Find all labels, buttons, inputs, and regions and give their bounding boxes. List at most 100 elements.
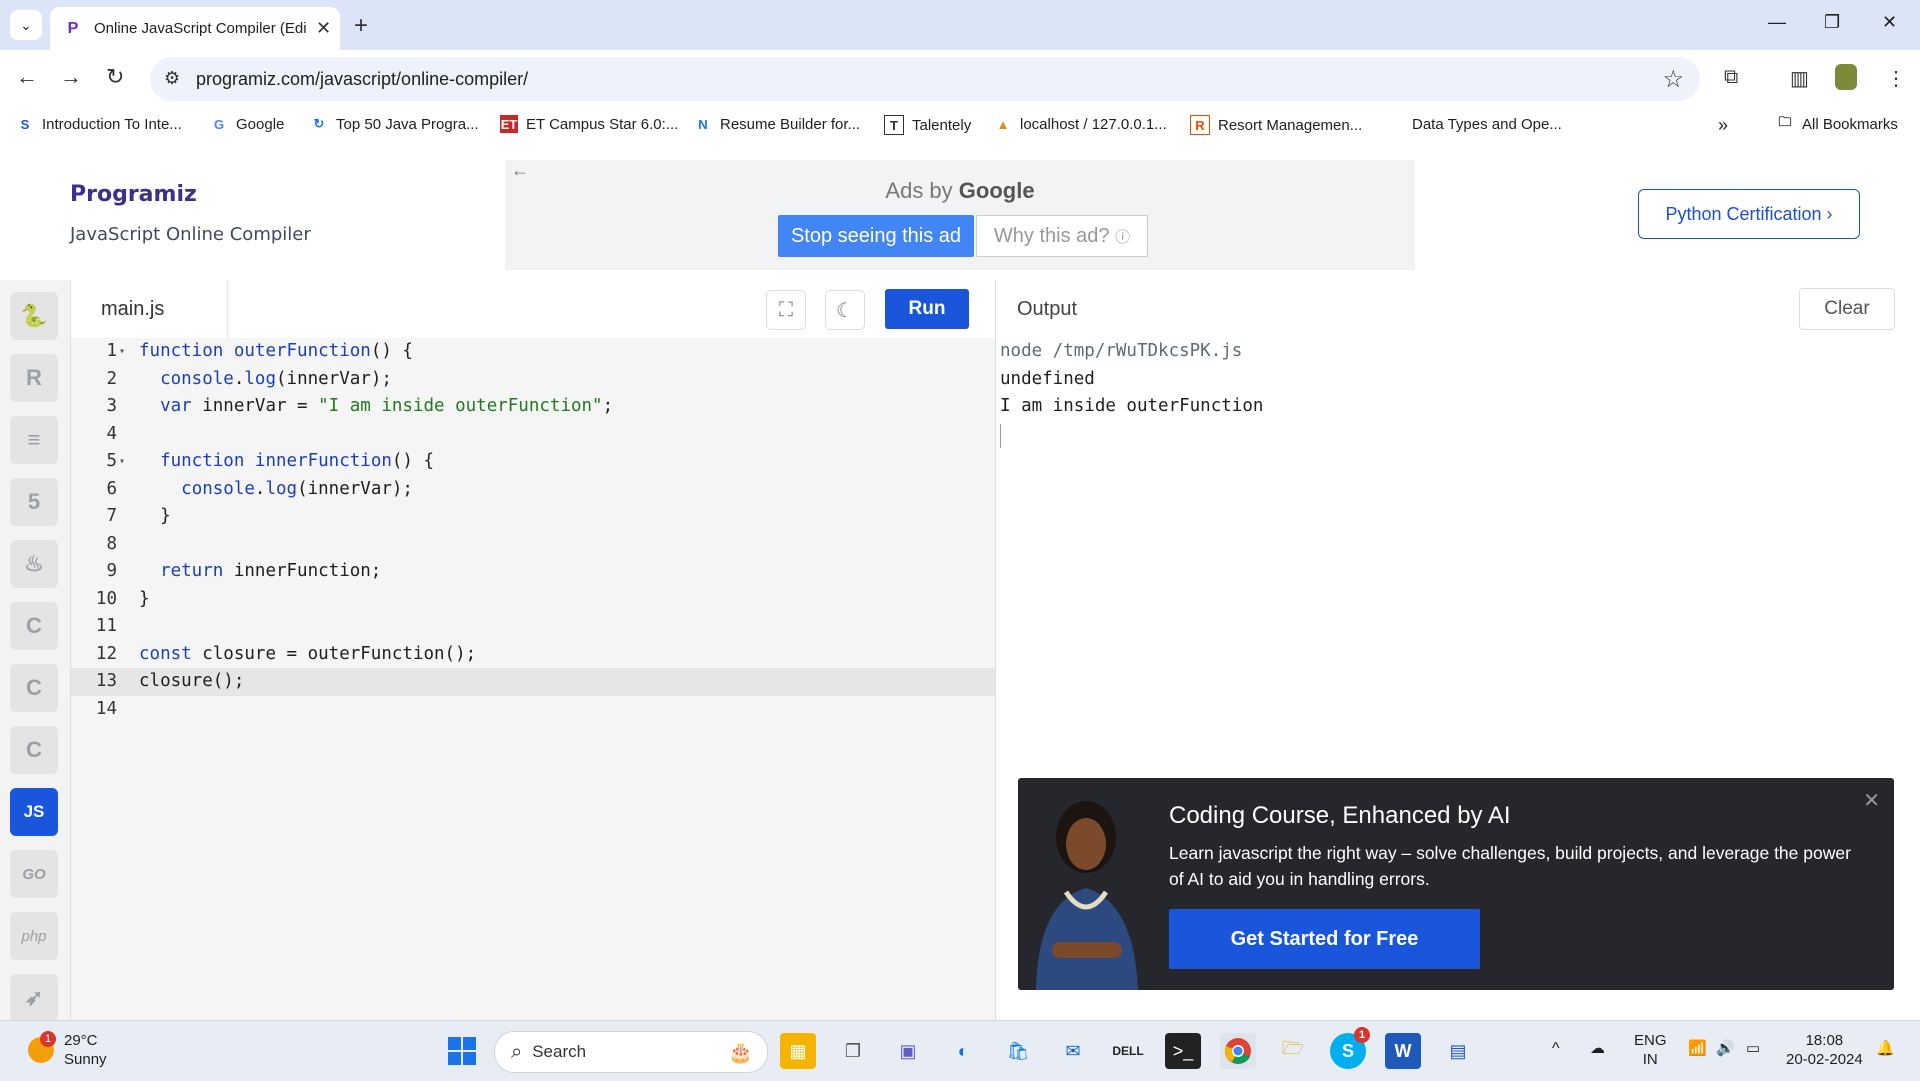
notepad-icon[interactable]: ▤ <box>1440 1033 1476 1069</box>
html5-icon[interactable]: 5 <box>10 478 58 526</box>
tab-search-button[interactable]: ⌄ <box>10 10 42 40</box>
menu-icon[interactable]: ⋮ <box>1886 66 1906 91</box>
site-info-icon[interactable]: ⚙ <box>164 68 180 89</box>
code-line: 1 ▾ function outerFunction() { <box>71 338 995 366</box>
close-icon[interactable]: ✕ <box>1863 788 1880 813</box>
file-explorer-icon[interactable]: 🗁 <box>1275 1033 1311 1069</box>
code-line: 12 const closure = outerFunction(); <box>95 643 477 664</box>
code-line: 2 console.log(innerVar); <box>106 368 392 389</box>
python-icon[interactable]: 🐍 <box>10 292 58 340</box>
bookmark-item[interactable]: R Resort Managemen... <box>1190 115 1362 135</box>
browser-tab-active[interactable]: P Online JavaScript Compiler (Edi ✕ <box>50 7 340 50</box>
bookmark-item[interactable]: T Talentely <box>884 115 971 135</box>
side-panel-icon[interactable]: ▥ <box>1790 66 1809 91</box>
minimize-button[interactable]: — <box>1768 12 1786 33</box>
bookmark-item[interactable]: S Introduction To Inte... <box>16 115 182 133</box>
code-line: 9 return innerFunction; <box>106 561 382 581</box>
dark-mode-moon-icon[interactable]: ☾ <box>825 290 865 330</box>
terminal-icon[interactable]: >_ <box>1165 1033 1201 1069</box>
go-icon[interactable]: GO <box>10 850 58 898</box>
edge-icon[interactable]: ◐ <box>945 1033 981 1069</box>
bookmark-item[interactable]: ET ET Campus Star 6.0:... <box>500 115 678 133</box>
javascript-icon[interactable]: JS <box>10 788 58 836</box>
notification-bell-icon[interactable]: 🔔 <box>1876 1039 1895 1058</box>
widgets-app-icon[interactable]: ▦ <box>780 1033 816 1069</box>
programiz-favicon-icon: P <box>67 19 79 37</box>
bookmark-item[interactable]: N Resume Builder for... <box>694 115 860 133</box>
word-icon[interactable]: W <box>1385 1033 1421 1069</box>
output-title: Output <box>1017 298 1078 320</box>
volume-icon[interactable]: 🔊 <box>1716 1039 1735 1058</box>
profile-avatar[interactable] <box>1835 64 1857 90</box>
editor-header: main.js ⛶ ☾ Run <box>71 280 995 339</box>
ad-banner: ← Ads by Google Stop seeing this ad Why … <box>505 160 1415 270</box>
bookmark-item[interactable]: Data Types and Ope... <box>1386 115 1562 133</box>
skype-icon[interactable]: S1 <box>1330 1027 1370 1069</box>
restore-button[interactable]: ❐ <box>1824 12 1840 33</box>
all-bookmarks-button[interactable]: 🗀 All Bookmarks <box>1776 114 1897 133</box>
output-header: Output Clear <box>996 280 1920 339</box>
wifi-icon[interactable]: 📶 <box>1688 1039 1707 1058</box>
reload-button[interactable]: ↻ <box>106 64 124 90</box>
why-ad-button[interactable]: Why this ad? ⓘ <box>976 215 1148 257</box>
csharp-icon[interactable]: C <box>10 726 58 774</box>
bookmark-item[interactable]: ▲ localhost / 127.0.0.1... <box>994 115 1167 133</box>
stop-ad-button[interactable]: Stop seeing this ad <box>778 215 974 257</box>
swift-icon[interactable]: ➶ <box>10 974 58 1022</box>
python-certification-button[interactable]: Python Certification › <box>1638 189 1860 239</box>
back-button[interactable]: ← <box>16 64 38 90</box>
run-button[interactable]: Run <box>885 289 969 329</box>
new-tab-button[interactable]: + <box>354 12 368 40</box>
teams-chat-icon[interactable]: ▣ <box>890 1033 926 1069</box>
close-window-button[interactable]: ✕ <box>1882 12 1897 33</box>
battery-icon[interactable]: ▭ <box>1746 1039 1760 1058</box>
bookmark-item[interactable]: G Google <box>210 115 284 133</box>
search-placeholder: Search <box>532 1042 587 1061</box>
code-line-active: 13 closure(); <box>71 668 995 696</box>
onedrive-icon[interactable]: ☁ <box>1590 1039 1605 1058</box>
promo-banner: Coding Course, Enhanced by AI Learn java… <box>1018 778 1894 990</box>
code-editor[interactable]: 1 ▾ function outerFunction() { 2 console.l… <box>71 338 995 1020</box>
bookmark-item[interactable]: ↻ Top 50 Java Progra... <box>310 115 479 133</box>
page-header: Programiz JavaScript Online Compiler ← A… <box>0 142 1920 281</box>
fold-arrow-icon[interactable]: ▾ <box>119 338 125 366</box>
forward-button[interactable]: → <box>60 64 82 90</box>
windows-start-icon[interactable] <box>444 1033 480 1069</box>
output-line: undefined <box>1000 368 1095 389</box>
address-bar[interactable]: ⚙ programiz.com/javascript/online-compil… <box>150 57 1700 101</box>
fullscreen-icon[interactable]: ⛶ <box>766 290 806 330</box>
taskbar-search[interactable]: ⌕ Search 🎂 <box>494 1031 768 1073</box>
close-tab-icon[interactable]: ✕ <box>316 18 331 39</box>
clear-button[interactable]: Clear <box>1799 288 1895 330</box>
mail-icon[interactable]: ✉ <box>1055 1033 1091 1069</box>
chrome-icon[interactable] <box>1220 1033 1256 1069</box>
weather-widget[interactable]: 1 29°C Sunny <box>28 1031 107 1069</box>
weather-condition: Sunny <box>64 1051 107 1068</box>
get-started-button[interactable]: Get Started for Free <box>1169 909 1480 969</box>
r-language-icon[interactable]: R <box>10 354 58 402</box>
c-language-icon[interactable]: C <box>10 602 58 650</box>
bookmark-star-icon[interactable]: ☆ <box>1662 65 1684 94</box>
file-tab-main-js[interactable]: main.js <box>71 280 228 338</box>
dell-icon[interactable]: DELL <box>1110 1033 1146 1069</box>
java-icon[interactable]: ♨ <box>10 540 58 588</box>
cpp-icon[interactable]: C <box>10 664 58 712</box>
store-icon[interactable]: 🛍 <box>1000 1033 1036 1069</box>
fold-arrow-icon[interactable]: ▾ <box>119 448 125 476</box>
task-view-icon[interactable]: ❐ <box>835 1033 871 1069</box>
php-icon[interactable]: php <box>10 912 58 960</box>
programiz-logo[interactable]: Programiz <box>70 182 197 207</box>
clock[interactable]: 18:08 20-02-2024 <box>1786 1031 1863 1069</box>
weather-badge: 1 <box>40 1031 56 1047</box>
browser-tabstrip: ⌄ P Online JavaScript Compiler (Edi ✕ + … <box>0 0 1920 50</box>
code-line: 5 ▾ function innerFunction() { <box>71 448 995 476</box>
info-icon: ⓘ <box>1115 228 1131 246</box>
extensions-icon[interactable]: ⧉ <box>1724 66 1738 89</box>
show-hidden-icons[interactable]: ^ <box>1552 1039 1560 1058</box>
language-indicator[interactable]: ENG IN <box>1634 1031 1667 1069</box>
sql-database-icon[interactable]: ≡ <box>10 416 58 464</box>
output-cursor <box>1000 424 1001 448</box>
cake-icon: 🎂 <box>728 1041 753 1064</box>
bookmark-loop-icon: ↻ <box>313 116 325 131</box>
more-bookmarks-icon[interactable]: » <box>1718 115 1728 136</box>
